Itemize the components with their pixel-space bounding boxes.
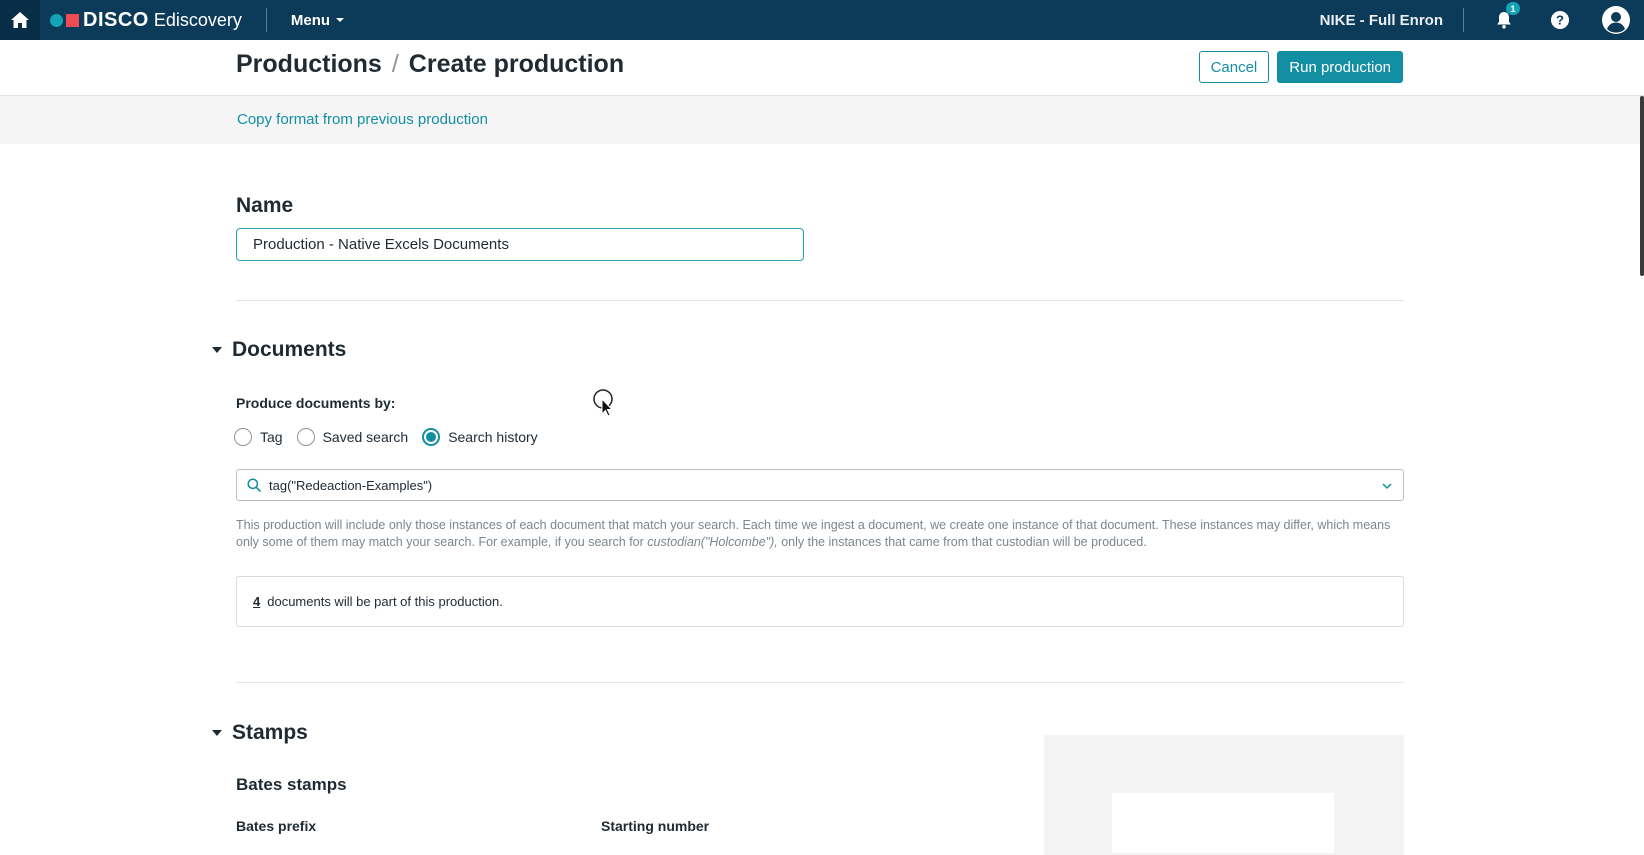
breadcrumb: Productions / Create production <box>236 50 624 79</box>
documents-section-title: Documents <box>232 338 347 361</box>
page-header: Productions / Create production Cancel R… <box>0 40 1644 96</box>
help-text-part-2: only the instances that came from that c… <box>777 535 1147 549</box>
avatar-icon <box>1602 6 1630 34</box>
divider <box>265 8 267 32</box>
radio-tag[interactable] <box>234 428 252 446</box>
radio-option-search-history[interactable]: Search history <box>422 428 538 446</box>
radio-tag-label: Tag <box>260 429 283 445</box>
top-navigation-bar: DISCO Ediscovery Menu NIKE - Full Enron … <box>0 0 1644 40</box>
notifications-button[interactable]: 1 <box>1484 0 1524 40</box>
stamps-section-toggle[interactable]: Stamps <box>212 721 308 745</box>
document-count-text: documents will be part of this productio… <box>267 594 503 609</box>
production-name-input[interactable] <box>236 228 804 261</box>
breadcrumb-separator: / <box>391 50 399 78</box>
brand-suffix: Ediscovery <box>153 9 242 30</box>
stamps-section-title: Stamps <box>232 721 308 744</box>
radio-option-saved-search[interactable]: Saved search <box>296 428 409 446</box>
logo-square-icon <box>66 13 79 27</box>
search-icon <box>247 478 261 492</box>
bates-prefix-label: Bates prefix <box>236 818 317 834</box>
radio-saved-search-label: Saved search <box>322 429 409 445</box>
menu-label: Menu <box>290 11 331 29</box>
page-title: Create production <box>408 50 625 78</box>
run-production-button[interactable]: Run production <box>1277 51 1403 83</box>
mouse-cursor-icon <box>593 389 614 417</box>
bates-stamps-heading: Bates stamps <box>236 775 347 794</box>
section-divider <box>236 682 1404 683</box>
search-query-value: tag("Redeaction-Examples") <box>269 477 433 493</box>
notification-count-badge: 1 <box>1506 2 1520 15</box>
chevron-down-icon[interactable] <box>1381 480 1393 492</box>
radio-saved-search[interactable] <box>296 428 315 446</box>
help-text-example: custodian("Holcombe"), <box>647 535 778 549</box>
cancel-button[interactable]: Cancel <box>1198 51 1270 83</box>
search-help-text: This production will include only those … <box>236 517 1406 551</box>
user-profile-button[interactable] <box>1596 0 1636 40</box>
logo-dot-icon <box>50 13 63 27</box>
matter-name[interactable]: NIKE - Full Enron <box>1320 12 1443 29</box>
divider <box>1463 8 1464 32</box>
starting-number-label: Starting number <box>601 818 710 834</box>
header-actions: Cancel Run production <box>1198 51 1403 83</box>
page-scrollbar[interactable] <box>1640 96 1644 276</box>
produce-by-radio-group: Tag Saved search Search history <box>234 428 538 446</box>
menu-dropdown-button[interactable]: Menu <box>290 11 345 29</box>
topbar-right: NIKE - Full Enron 1 ? <box>1320 0 1644 40</box>
produce-by-label: Produce documents by: <box>236 395 396 411</box>
documents-section-toggle[interactable]: Documents <box>212 338 346 362</box>
search-history-select[interactable]: tag("Redeaction-Examples") <box>236 469 1404 501</box>
section-divider <box>236 300 1404 301</box>
svg-text:?: ? <box>1556 13 1564 28</box>
name-section-label: Name <box>236 194 294 217</box>
home-icon <box>11 12 29 28</box>
collapse-triangle-icon <box>212 730 222 736</box>
radio-search-history-label: Search history <box>448 429 538 445</box>
stamp-preview-page <box>1112 793 1334 853</box>
radio-option-tag[interactable]: Tag <box>234 428 283 446</box>
copy-format-bar: Copy format from previous production <box>0 96 1640 144</box>
document-count-link[interactable]: 4 <box>253 594 260 609</box>
document-count-panel: 4 documents will be part of this product… <box>236 576 1404 627</box>
home-button[interactable] <box>0 0 40 40</box>
help-button[interactable]: ? <box>1540 0 1580 40</box>
disco-logo[interactable]: DISCO Ediscovery <box>50 0 242 40</box>
caret-down-icon <box>336 18 345 22</box>
radio-search-history[interactable] <box>422 428 441 446</box>
brand-name: DISCO <box>83 8 149 31</box>
breadcrumb-productions-link[interactable]: Productions <box>236 50 382 79</box>
collapse-triangle-icon <box>212 347 222 353</box>
copy-format-link[interactable]: Copy format from previous production <box>237 111 488 128</box>
help-icon: ? <box>1551 11 1569 29</box>
